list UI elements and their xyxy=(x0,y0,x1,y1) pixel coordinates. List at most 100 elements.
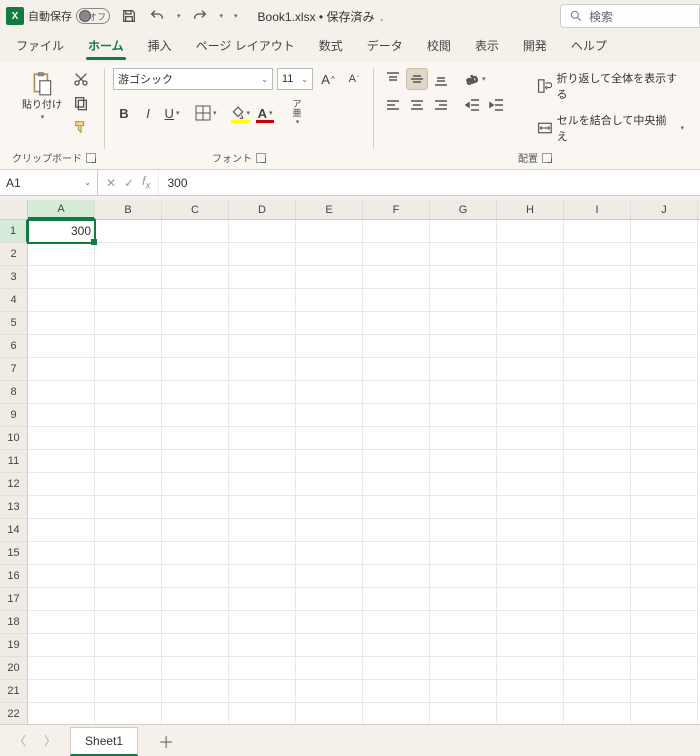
cell[interactable] xyxy=(28,266,95,289)
cell[interactable] xyxy=(430,703,497,724)
borders-button[interactable]: ▾ xyxy=(193,102,219,124)
row-header[interactable]: 20 xyxy=(0,657,28,680)
cell[interactable] xyxy=(162,404,229,427)
cell[interactable] xyxy=(296,496,363,519)
cell[interactable] xyxy=(497,611,564,634)
cell[interactable] xyxy=(296,542,363,565)
cell[interactable] xyxy=(363,289,430,312)
cell[interactable] xyxy=(363,335,430,358)
row-header[interactable]: 8 xyxy=(0,381,28,404)
phonetic-button[interactable]: ア 亜▾ xyxy=(286,102,308,124)
cell[interactable] xyxy=(162,243,229,266)
cell[interactable]: 300 xyxy=(28,220,95,243)
align-right-icon[interactable] xyxy=(430,94,452,116)
tab-insert[interactable]: 挿入 xyxy=(138,31,182,62)
cell[interactable] xyxy=(229,634,296,657)
cell[interactable] xyxy=(229,519,296,542)
cell[interactable] xyxy=(564,680,631,703)
cell[interactable] xyxy=(296,243,363,266)
redo-dropdown-icon[interactable]: ▾ xyxy=(220,12,224,20)
cell[interactable] xyxy=(162,266,229,289)
cell[interactable] xyxy=(430,450,497,473)
cell[interactable] xyxy=(229,473,296,496)
enter-formula-icon[interactable]: ✓ xyxy=(124,176,134,190)
increase-font-icon[interactable]: A^ xyxy=(317,68,339,90)
cell[interactable] xyxy=(497,266,564,289)
cell[interactable] xyxy=(564,289,631,312)
cell[interactable] xyxy=(229,358,296,381)
font-size-select[interactable]: 11⌄ xyxy=(277,68,313,90)
cancel-formula-icon[interactable]: ✕ xyxy=(106,176,116,190)
cell[interactable] xyxy=(430,588,497,611)
tab-developer[interactable]: 開発 xyxy=(513,31,557,62)
decrease-indent-icon[interactable] xyxy=(462,94,484,116)
cell[interactable] xyxy=(28,335,95,358)
cell[interactable] xyxy=(430,289,497,312)
cell[interactable] xyxy=(564,243,631,266)
align-bottom-icon[interactable] xyxy=(430,68,452,90)
cell[interactable] xyxy=(631,657,698,680)
cell[interactable] xyxy=(296,289,363,312)
cell[interactable] xyxy=(564,473,631,496)
row-header[interactable]: 7 xyxy=(0,358,28,381)
cell[interactable] xyxy=(363,450,430,473)
cell[interactable] xyxy=(631,519,698,542)
cell[interactable] xyxy=(162,496,229,519)
cell[interactable] xyxy=(631,542,698,565)
cell[interactable] xyxy=(497,519,564,542)
cell[interactable] xyxy=(95,634,162,657)
toggle-switch-icon[interactable]: オフ xyxy=(76,8,110,24)
cell[interactable] xyxy=(28,542,95,565)
cell[interactable] xyxy=(296,611,363,634)
cell[interactable] xyxy=(95,680,162,703)
cell[interactable] xyxy=(631,335,698,358)
row-header[interactable]: 5 xyxy=(0,312,28,335)
cell[interactable] xyxy=(296,473,363,496)
cell[interactable] xyxy=(28,289,95,312)
cell[interactable] xyxy=(497,634,564,657)
cell[interactable] xyxy=(95,358,162,381)
cell[interactable] xyxy=(296,404,363,427)
cell[interactable] xyxy=(95,496,162,519)
column-header[interactable]: B xyxy=(95,200,162,219)
cell[interactable] xyxy=(162,680,229,703)
tab-file[interactable]: ファイル xyxy=(6,31,74,62)
cell[interactable] xyxy=(28,611,95,634)
cell[interactable] xyxy=(564,381,631,404)
cell[interactable] xyxy=(95,588,162,611)
cell[interactable] xyxy=(95,450,162,473)
cell[interactable] xyxy=(497,427,564,450)
align-top-icon[interactable] xyxy=(382,68,404,90)
cell[interactable] xyxy=(229,266,296,289)
cell[interactable] xyxy=(497,703,564,724)
cell[interactable] xyxy=(564,427,631,450)
cell[interactable] xyxy=(95,542,162,565)
cell[interactable] xyxy=(430,404,497,427)
cell[interactable] xyxy=(497,565,564,588)
cell[interactable] xyxy=(229,404,296,427)
cell[interactable] xyxy=(430,427,497,450)
column-header[interactable]: G xyxy=(430,200,497,219)
underline-button[interactable]: U▾ xyxy=(161,102,183,124)
cell[interactable] xyxy=(497,657,564,680)
tab-home[interactable]: ホーム xyxy=(78,31,134,62)
cell[interactable] xyxy=(363,496,430,519)
cell[interactable] xyxy=(162,289,229,312)
cell[interactable] xyxy=(296,680,363,703)
cell[interactable] xyxy=(296,266,363,289)
cell[interactable] xyxy=(363,657,430,680)
cell[interactable] xyxy=(631,496,698,519)
cell[interactable] xyxy=(229,427,296,450)
cell[interactable] xyxy=(430,680,497,703)
tab-formulas[interactable]: 数式 xyxy=(309,31,353,62)
cell[interactable] xyxy=(28,634,95,657)
cell[interactable] xyxy=(162,634,229,657)
cell[interactable] xyxy=(497,289,564,312)
cell[interactable] xyxy=(631,312,698,335)
clipboard-dialog-launcher[interactable] xyxy=(86,153,96,163)
cell[interactable] xyxy=(162,565,229,588)
cell[interactable] xyxy=(296,657,363,680)
cell[interactable] xyxy=(363,473,430,496)
cell[interactable] xyxy=(162,312,229,335)
cell[interactable] xyxy=(296,381,363,404)
